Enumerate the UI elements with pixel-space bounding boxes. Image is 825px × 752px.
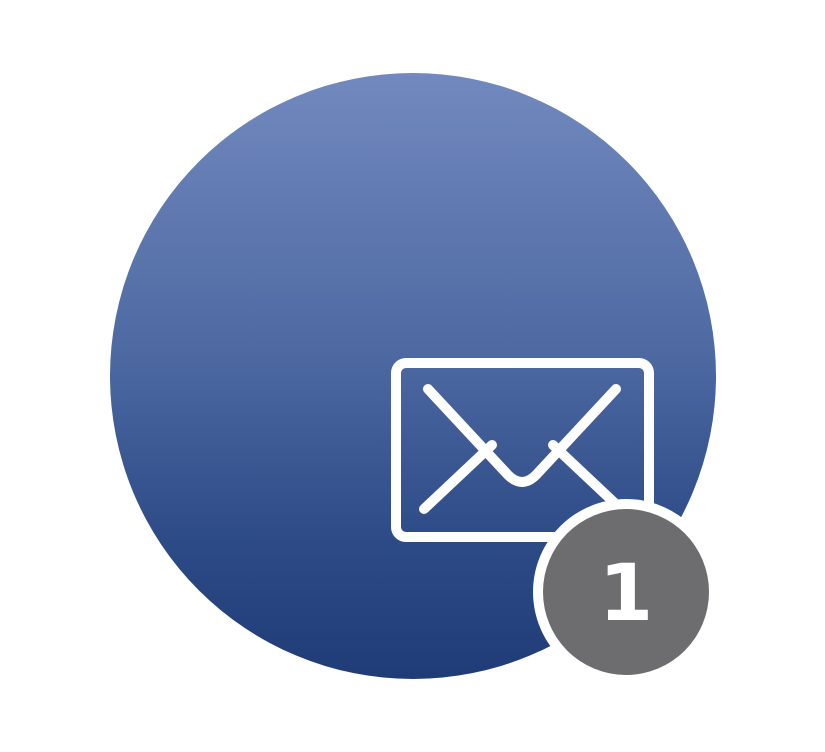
badge-count: 1 — [598, 549, 654, 639]
badge-circle: 1 — [543, 509, 709, 675]
notification-badge: 1 — [533, 499, 719, 685]
notification-widget: 1 — [0, 0, 825, 752]
